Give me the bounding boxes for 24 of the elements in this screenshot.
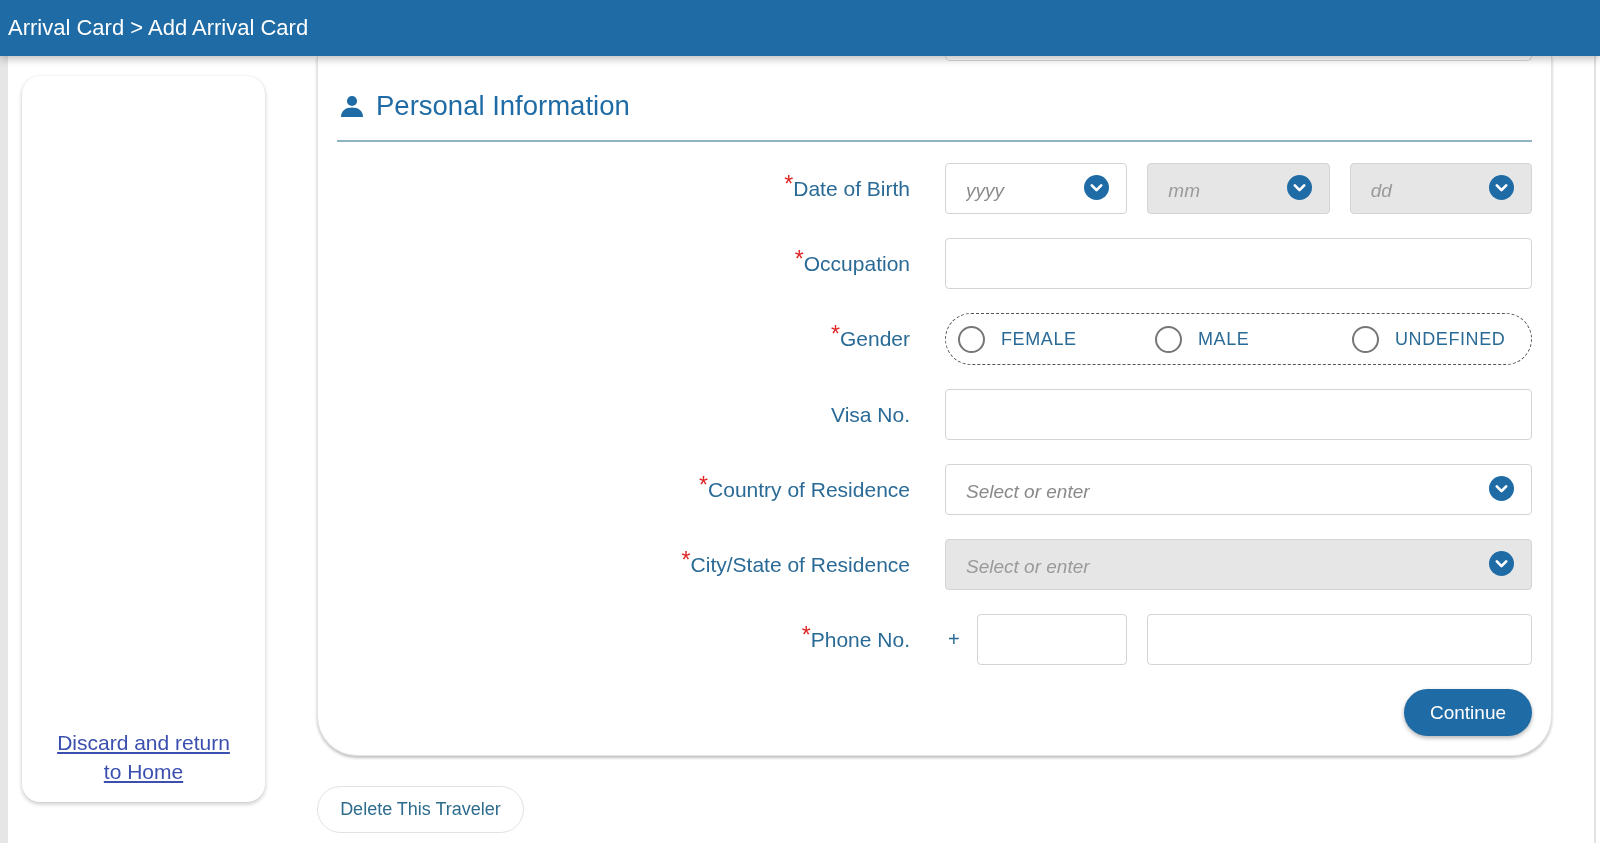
dropdown-field[interactable]: Select or enter [945,464,1532,515]
phone-prefix: + [947,628,961,651]
delete-traveler-button[interactable]: Delete This Traveler [317,786,524,833]
radio-button[interactable] [958,325,985,353]
option-label[interactable]: UNDEFINED [1395,328,1506,350]
chevron-down-icon [1489,175,1514,200]
option-label[interactable]: FEMALE [1001,328,1077,350]
chevron-down-icon [1286,175,1312,200]
chevron-down-icon [1489,476,1514,501]
person-icon [341,95,363,117]
chevron-down-icon [1489,551,1514,576]
radio-button[interactable] [1352,325,1379,353]
text-field[interactable] [945,238,1532,289]
chevron-down-icon [1084,175,1110,200]
breadcrumb: Arrival Card > Add Arrival Card [8,15,309,41]
continue-button[interactable]: Continue [1404,689,1532,736]
discard-link[interactable]: Discard and return to Home [48,728,239,786]
text-field[interactable] [945,389,1532,440]
country-code-field[interactable] [977,614,1127,665]
field-label: Visa No. [831,402,910,427]
radio-button[interactable] [1155,325,1182,353]
phone-number-field[interactable] [1147,614,1532,665]
section-title: Personal Information [376,90,630,122]
option-label[interactable]: MALE [1198,328,1250,350]
